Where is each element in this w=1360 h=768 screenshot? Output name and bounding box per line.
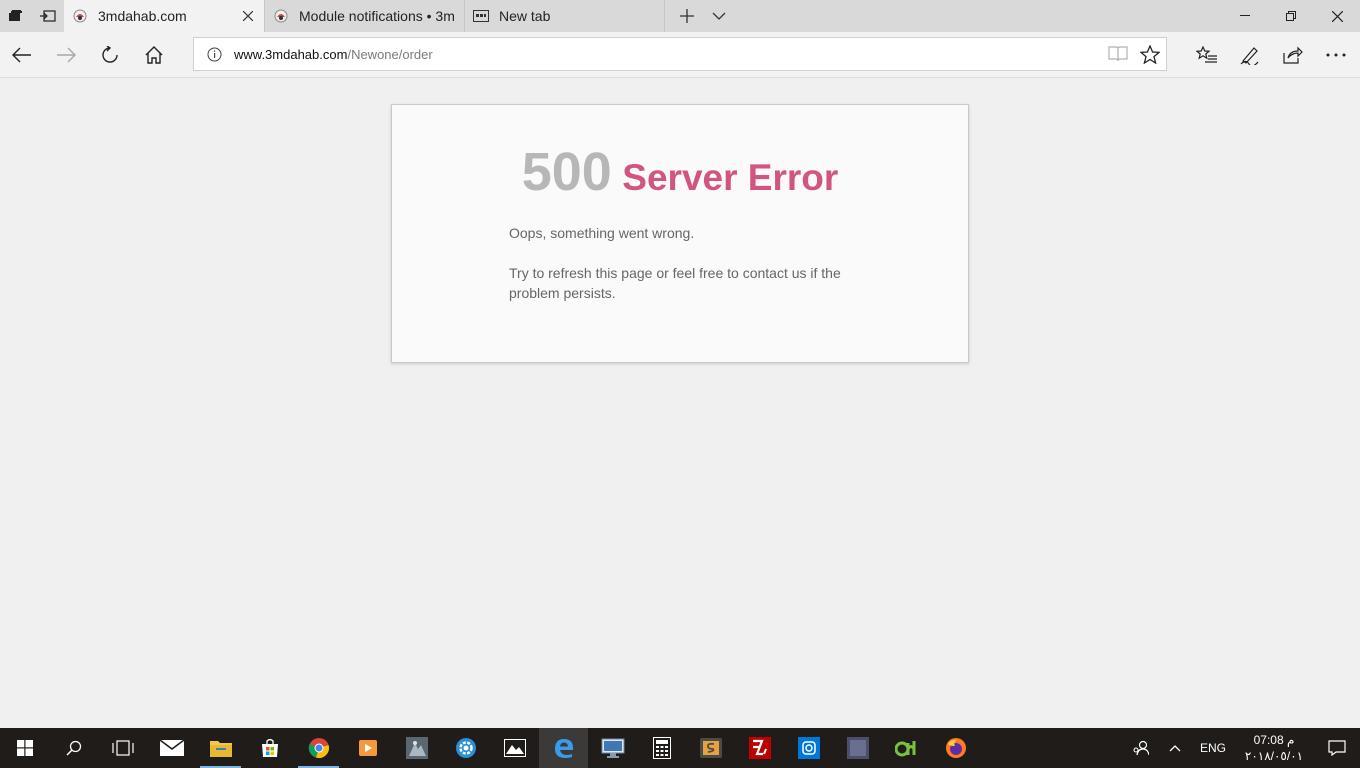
url-path: /Newone/order bbox=[347, 46, 433, 62]
forward-arrow-icon[interactable] bbox=[44, 32, 88, 78]
clock-date: ٢٠١٨/٠٥/٠١ bbox=[1244, 749, 1304, 763]
error-message: Oops, something went wrong. bbox=[509, 225, 695, 241]
back-arrow-icon[interactable] bbox=[0, 32, 44, 78]
settings-gear-icon[interactable] bbox=[441, 728, 490, 768]
photos-icon[interactable] bbox=[490, 728, 539, 768]
app-window-icon[interactable] bbox=[833, 728, 882, 768]
url-host: www.3mdahab.com bbox=[234, 46, 348, 62]
new-tab-page-icon bbox=[473, 8, 489, 24]
set-tabs-aside-icon[interactable] bbox=[32, 0, 64, 32]
error-title: Server Error bbox=[622, 157, 839, 198]
error-help-text: Try to refresh this page or feel free to… bbox=[509, 265, 841, 301]
android-studio-icon[interactable] bbox=[882, 728, 931, 768]
tabs-aside-icon[interactable] bbox=[0, 0, 32, 32]
tab-title: New tab bbox=[499, 8, 551, 24]
error-code: 500 bbox=[521, 142, 612, 202]
media-player-icon[interactable] bbox=[343, 728, 392, 768]
edge-browser-icon[interactable] bbox=[539, 728, 588, 768]
tab-title: Module notifications • 3mD bbox=[299, 8, 456, 24]
clock[interactable]: 07:08 م ٢٠١٨/٠٥/٠١ bbox=[1234, 732, 1314, 764]
site-favicon-icon bbox=[72, 8, 88, 24]
action-center-icon[interactable] bbox=[1314, 728, 1360, 768]
input-language-indicator[interactable]: ENG bbox=[1192, 741, 1234, 755]
clock-time: 07:08 م bbox=[1253, 733, 1295, 747]
reading-view-icon[interactable] bbox=[1102, 38, 1134, 70]
search-icon[interactable] bbox=[49, 728, 98, 768]
taskbar: ENG 07:08 م ٢٠١٨/٠٥/٠١ bbox=[0, 728, 1360, 768]
tab-module-notifications[interactable]: Module notifications • 3mD bbox=[265, 0, 465, 32]
address-bar[interactable]: www.3mdahab.com/Newone/order bbox=[193, 37, 1167, 71]
calculator-icon[interactable] bbox=[637, 728, 686, 768]
task-view-icon[interactable] bbox=[98, 728, 147, 768]
share-icon[interactable] bbox=[1271, 32, 1314, 78]
restore-icon[interactable] bbox=[1268, 0, 1314, 32]
close-window-icon[interactable] bbox=[1314, 0, 1360, 32]
remote-desktop-icon[interactable] bbox=[588, 728, 637, 768]
system-tray: ENG 07:08 م ٢٠١٨/٠٥/٠١ bbox=[1124, 728, 1360, 768]
favorite-star-icon[interactable] bbox=[1134, 38, 1166, 70]
favorites-hub-icon[interactable] bbox=[1185, 32, 1228, 78]
home-icon[interactable] bbox=[132, 32, 176, 78]
url-text[interactable]: www.3mdahab.com/Newone/order bbox=[234, 47, 433, 62]
start-windows-icon[interactable] bbox=[0, 728, 49, 768]
sublime-text-icon[interactable] bbox=[686, 728, 735, 768]
instagram-icon[interactable] bbox=[784, 728, 833, 768]
web-note-pen-icon[interactable] bbox=[1228, 32, 1271, 78]
more-dots-icon[interactable] bbox=[1314, 32, 1357, 78]
people-icon[interactable] bbox=[1124, 728, 1158, 768]
navigation-bar: www.3mdahab.com/Newone/order bbox=[0, 32, 1360, 78]
refresh-icon[interactable] bbox=[88, 32, 132, 78]
error-heading: 500 Server Error bbox=[392, 141, 968, 203]
chrome-icon[interactable] bbox=[294, 728, 343, 768]
close-tab-icon[interactable] bbox=[240, 8, 256, 24]
site-info-icon[interactable] bbox=[194, 47, 234, 62]
tab-preview-chevron-down-icon[interactable] bbox=[703, 0, 735, 32]
tab-new-tab[interactable]: New tab bbox=[465, 0, 665, 32]
mail-icon[interactable] bbox=[147, 728, 196, 768]
site-favicon-icon bbox=[273, 8, 289, 24]
store-bag-icon[interactable] bbox=[245, 728, 294, 768]
tab-title: 3mdahab.com bbox=[98, 8, 187, 24]
tab-3mdahab[interactable]: 3mdahab.com bbox=[64, 0, 265, 32]
new-tab-plus-icon[interactable] bbox=[671, 0, 703, 32]
chevron-up-icon[interactable] bbox=[1158, 728, 1192, 768]
game-app-icon[interactable] bbox=[392, 728, 441, 768]
file-explorer-icon[interactable] bbox=[196, 728, 245, 768]
tab-bar: 3mdahab.com Module notifications • 3mD N… bbox=[0, 0, 1360, 32]
firefox-icon[interactable] bbox=[931, 728, 980, 768]
minimize-icon[interactable] bbox=[1222, 0, 1268, 32]
error-card: 500 Server Error Oops, something went wr… bbox=[391, 104, 969, 363]
filezilla-icon[interactable] bbox=[735, 728, 784, 768]
